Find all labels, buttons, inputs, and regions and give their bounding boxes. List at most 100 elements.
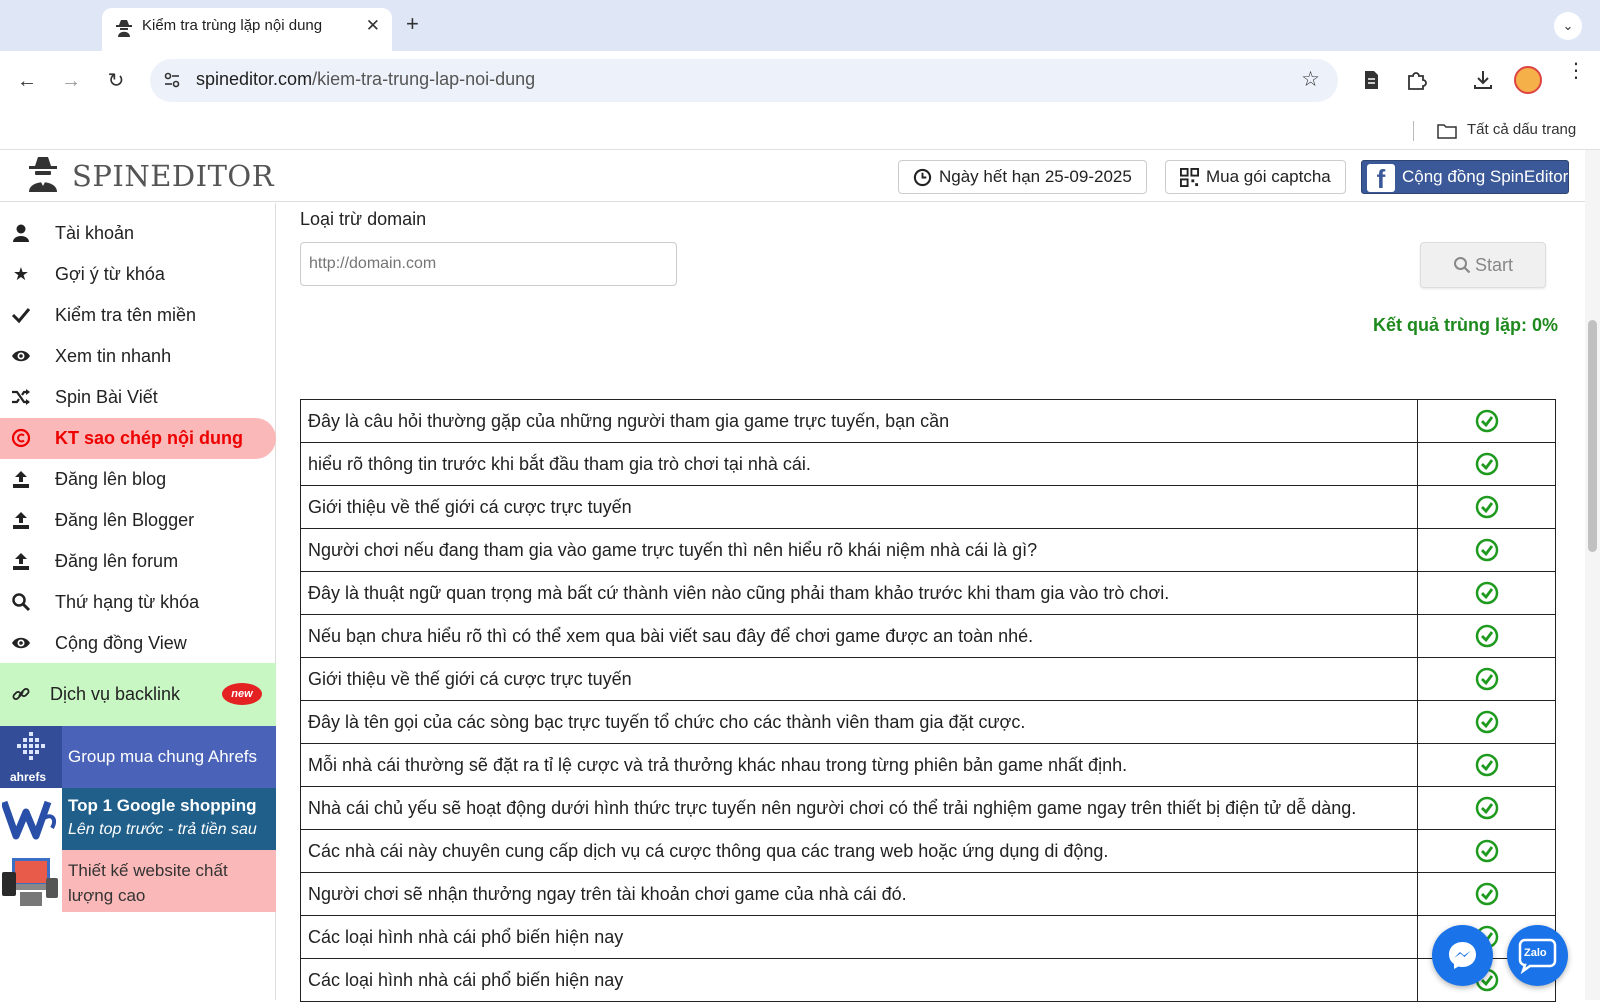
table-row: Đây là thuật ngữ quan trọng mà bất cứ th… xyxy=(300,571,1556,615)
sidebar-item-keyword-rank[interactable]: Thứ hạng từ khóa xyxy=(0,582,276,623)
sidebar-item-copy-check[interactable]: KT sao chép nội dung xyxy=(0,418,276,459)
table-row: Người chơi nếu đang tham gia vào game tr… xyxy=(300,528,1556,572)
search-icon xyxy=(1454,257,1471,274)
captcha-label: Mua gói captcha xyxy=(1206,167,1331,186)
sidebar-item-spin-article[interactable]: Spin Bài Viết xyxy=(0,377,276,418)
ahrefs-promo-label: Group mua chung Ahrefs xyxy=(68,747,258,766)
download-icon[interactable] xyxy=(1470,67,1496,93)
folder-icon[interactable] xyxy=(1437,123,1457,139)
forward-arrow-icon[interactable]: → xyxy=(56,66,86,96)
exclude-domain-label: Loại trừ domain xyxy=(300,209,427,229)
messenger-chat-button[interactable] xyxy=(1432,925,1493,986)
facebook-community-button[interactable]: f Cộng đồng SpinEditor xyxy=(1361,160,1569,194)
promo-google-shopping[interactable]: Top 1 Google shopping Lên top trước - tr… xyxy=(0,788,276,850)
promo-website-design[interactable]: Thiết kế website chất lượng cao xyxy=(0,850,276,912)
results-table: Đây là câu hỏi thường gặp của những ngườ… xyxy=(300,399,1556,1002)
spy-logo-icon[interactable] xyxy=(26,155,60,193)
reload-icon[interactable]: ↻ xyxy=(101,66,131,96)
google-promo-title: Top 1 Google shopping xyxy=(68,796,257,815)
sidebar-item-post-blog[interactable]: Đăng lên blog xyxy=(0,459,276,500)
sidebar-item-quick-news[interactable]: Xem tin nhanh xyxy=(0,336,276,377)
star-icon: ★ xyxy=(12,264,30,284)
sidebar-item-post-forum[interactable]: Đăng lên forum xyxy=(0,541,276,582)
check-circle-icon xyxy=(1475,839,1498,863)
facebook-icon: f xyxy=(1367,164,1395,194)
status-cell xyxy=(1417,872,1556,916)
sentence-cell: Các loại hình nhà cái phổ biến hiện nay xyxy=(300,915,1418,959)
check-circle-icon xyxy=(1475,452,1498,476)
address-bar[interactable]: spineditor.com/kiem-tra-trung-lap-noi-du… xyxy=(150,59,1338,102)
spy-favicon-icon xyxy=(116,20,132,37)
check-circle-icon xyxy=(1475,796,1498,820)
tab-title: Kiểm tra trùng lặp nội dung xyxy=(142,17,323,34)
url-domain: spineditor.com xyxy=(196,69,313,89)
zalo-chat-button[interactable]: Zalo xyxy=(1507,925,1568,986)
site-logo-text[interactable]: SPINEDITOR xyxy=(72,159,274,193)
scrollbar-thumb[interactable] xyxy=(1588,320,1597,552)
promo-ahrefs[interactable]: ahrefs Group mua chung Ahrefs xyxy=(0,726,276,788)
table-row: Đây là tên gọi của các sòng bạc trực tuy… xyxy=(300,700,1556,744)
url-text: spineditor.com/kiem-tra-trung-lap-noi-du… xyxy=(196,69,535,90)
new-badge: new xyxy=(222,683,262,705)
table-row: hiểu rõ thông tin trước khi bắt đầu tham… xyxy=(300,442,1556,486)
main-content: Loại trừ domain Start Kết quả trùng lặp:… xyxy=(278,203,1578,1002)
close-tab-icon[interactable]: ✕ xyxy=(366,16,380,36)
copyright-icon xyxy=(11,428,31,448)
table-row: Đây là câu hỏi thường gặp của những ngườ… xyxy=(300,399,1556,443)
check-circle-icon xyxy=(1475,882,1498,906)
check-circle-icon xyxy=(1475,538,1498,562)
sidebar-item-keyword-suggest[interactable]: ★ Gợi ý từ khóa xyxy=(0,254,276,295)
sidebar-item-domain-check[interactable]: Kiểm tra tên miền xyxy=(0,295,276,336)
start-button[interactable]: Start xyxy=(1420,242,1546,288)
sidebar-item-label: KT sao chép nội dung xyxy=(55,428,243,448)
tab-strip: Kiểm tra trùng lặp nội dung ✕ + ⌄ xyxy=(0,0,1600,51)
sidebar-item-account[interactable]: Tài khoản xyxy=(0,213,276,254)
back-arrow-icon[interactable]: ← xyxy=(12,66,42,96)
upload-icon xyxy=(13,553,29,570)
sidebar-item-post-blogger[interactable]: Đăng lên Blogger xyxy=(0,500,276,541)
w-logo xyxy=(0,788,62,850)
link-icon xyxy=(12,688,30,700)
status-cell xyxy=(1417,399,1556,443)
sentence-cell: Các nhà cái này chuyên cung cấp dịch vụ … xyxy=(300,829,1418,873)
google-promo-subtitle: Lên top trước - trả tiền sau xyxy=(68,821,257,838)
buy-captcha-button[interactable]: Mua gói captcha xyxy=(1165,160,1346,194)
sidebar-item-label: Cộng đồng View xyxy=(55,633,187,653)
status-cell xyxy=(1417,614,1556,658)
bookmark-star-icon[interactable]: ☆ xyxy=(1301,67,1320,92)
sentence-cell: Đây là thuật ngữ quan trọng mà bất cứ th… xyxy=(300,571,1418,615)
start-label: Start xyxy=(1475,255,1514,275)
sidebar-item-community-view[interactable]: Cộng đồng View xyxy=(0,623,276,664)
tab-search-chevron-icon[interactable]: ⌄ xyxy=(1554,12,1582,40)
sidebar-item-label: Gợi ý từ khóa xyxy=(55,264,165,284)
check-circle-icon xyxy=(1475,667,1498,691)
check-circle-icon xyxy=(1475,409,1498,433)
status-cell xyxy=(1417,528,1556,572)
page-scrollbar[interactable] xyxy=(1585,150,1600,1000)
table-row: Nếu bạn chưa hiểu rõ thì có thể xem qua … xyxy=(300,614,1556,658)
profile-avatar[interactable] xyxy=(1514,66,1542,94)
extensions-icon[interactable] xyxy=(1404,67,1430,93)
reading-mode-icon[interactable] xyxy=(1358,67,1384,93)
sentence-cell: hiểu rõ thông tin trước khi bắt đầu tham… xyxy=(300,442,1418,486)
site-settings-icon[interactable] xyxy=(162,70,182,90)
eye-icon xyxy=(12,350,30,362)
w-logo-icon xyxy=(2,800,57,840)
clock-icon xyxy=(913,168,932,187)
expiry-date-button[interactable]: Ngày hết hạn 25-09-2025 xyxy=(898,160,1147,194)
new-tab-icon[interactable]: + xyxy=(406,11,419,37)
table-row: Các loại hình nhà cái phổ biến hiện nay xyxy=(300,958,1556,1002)
sidebar-item-label: Đăng lên forum xyxy=(55,551,179,571)
table-row: Nhà cái chủ yếu sẽ hoạt động dưới hình t… xyxy=(300,786,1556,830)
sentence-cell: Các loại hình nhà cái phổ biến hiện nay xyxy=(300,958,1418,1002)
ahrefs-grid-icon xyxy=(17,732,45,760)
upload-icon xyxy=(13,512,29,529)
all-bookmarks-label[interactable]: Tất cả dấu trang xyxy=(1467,121,1576,138)
sidebar-item-backlink-service[interactable]: Dịch vụ backlink new xyxy=(0,663,276,726)
exclude-domain-input[interactable] xyxy=(300,242,677,286)
more-menu-icon[interactable]: ⋮ xyxy=(1566,61,1586,81)
status-cell xyxy=(1417,657,1556,701)
active-tab[interactable]: Kiểm tra trùng lặp nội dung ✕ xyxy=(102,8,392,51)
duplicate-result-text: Kết quả trùng lặp: 0% xyxy=(1372,315,1558,335)
sidebar-item-label: Xem tin nhanh xyxy=(55,346,172,366)
